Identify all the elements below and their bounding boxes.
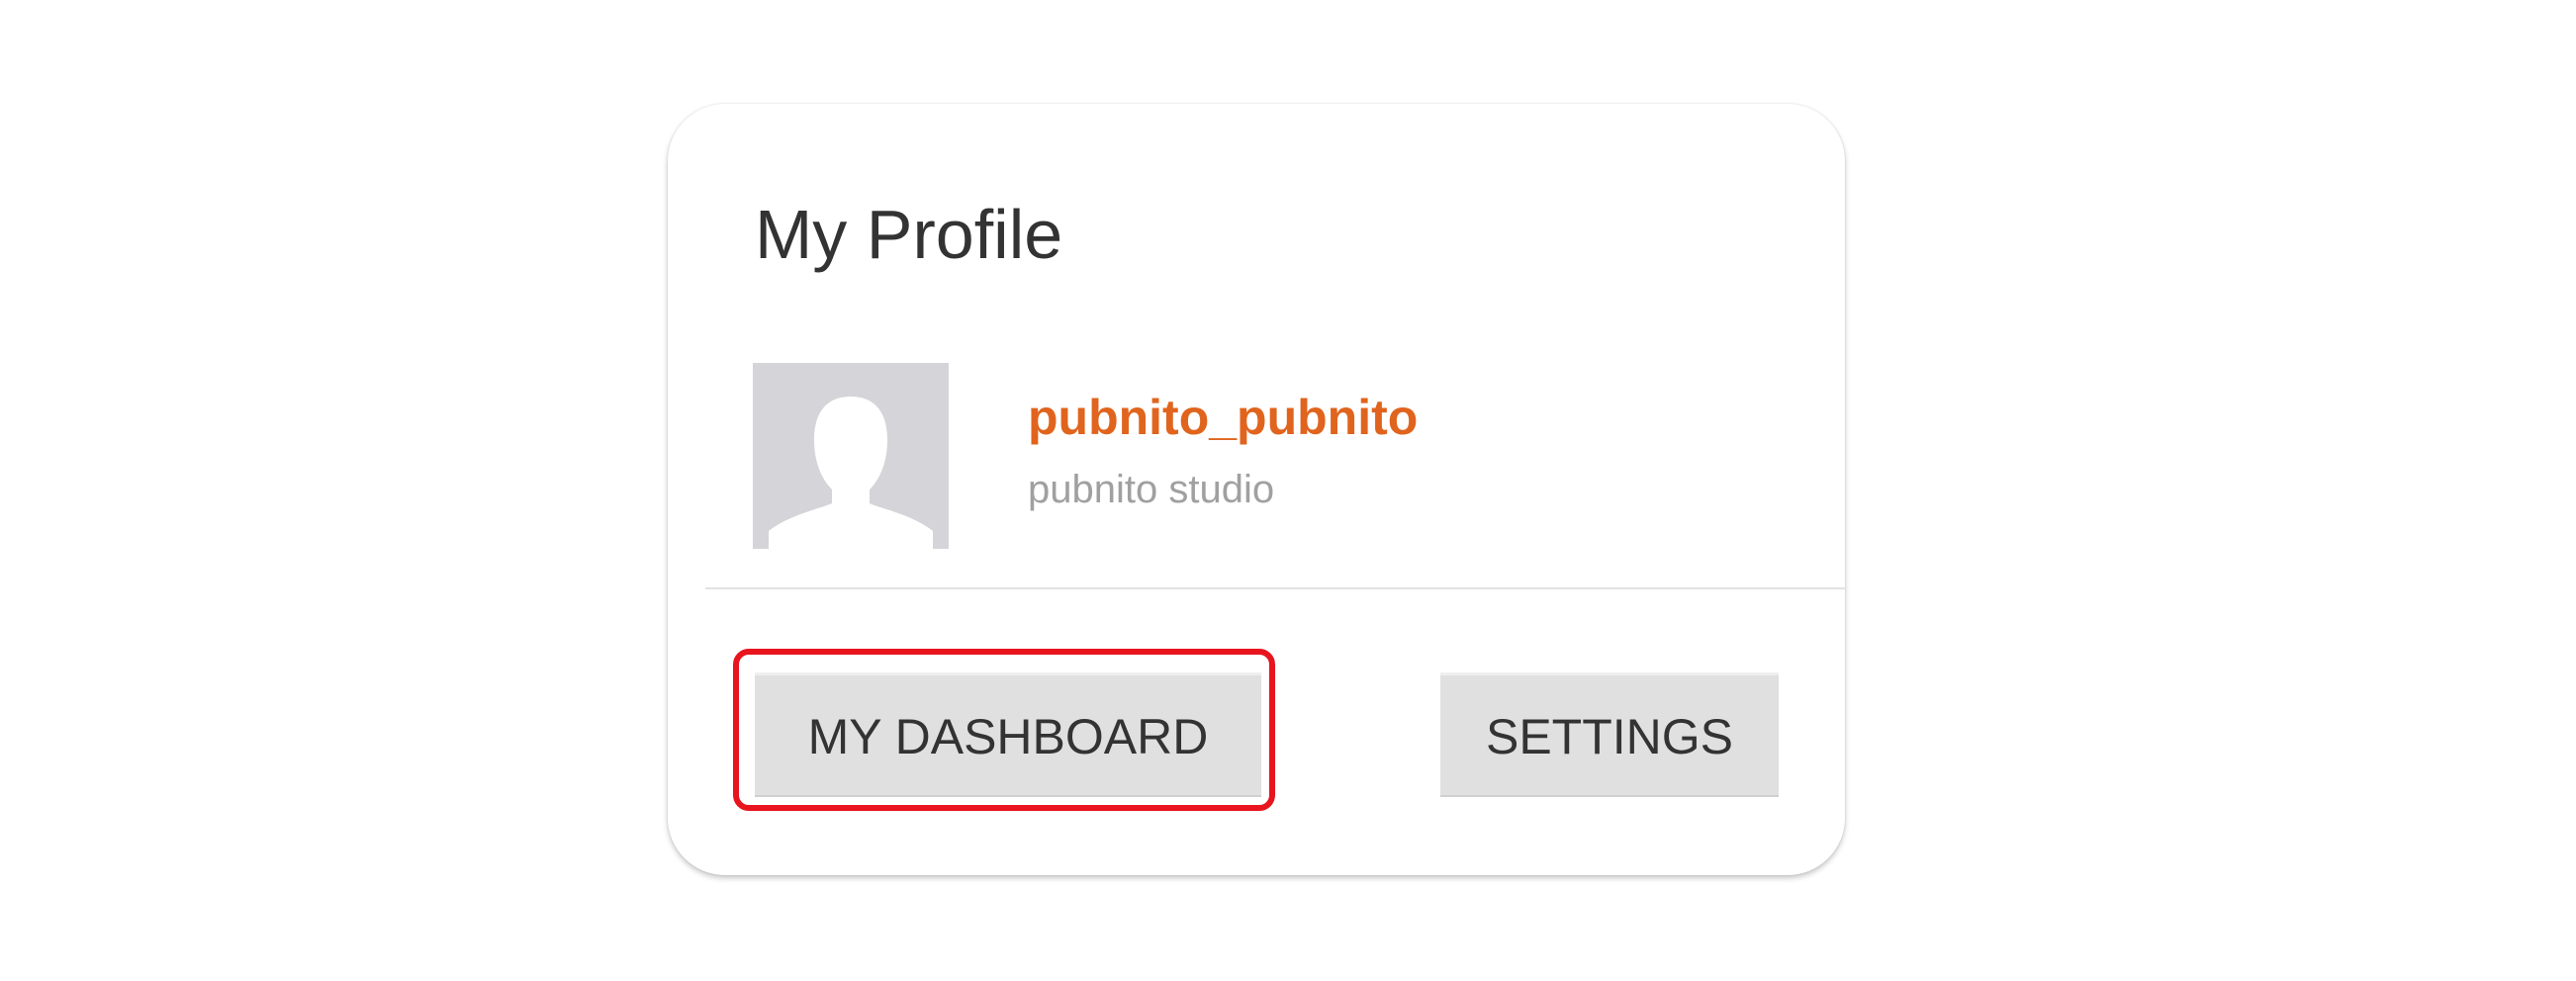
divider [705,587,1845,589]
profile-card: My Profile pubnito_pubnito pubnito studi… [668,104,1845,875]
my-dashboard-button[interactable]: MY DASHBOARD [755,672,1261,797]
user-silhouette-icon [753,363,949,549]
settings-button[interactable]: SETTINGS [1440,672,1779,797]
avatar [753,363,949,549]
username-link[interactable]: pubnito_pubnito [1028,389,1418,446]
company-name: pubnito studio [1028,468,1275,511]
page-title: My Profile [755,196,1063,273]
